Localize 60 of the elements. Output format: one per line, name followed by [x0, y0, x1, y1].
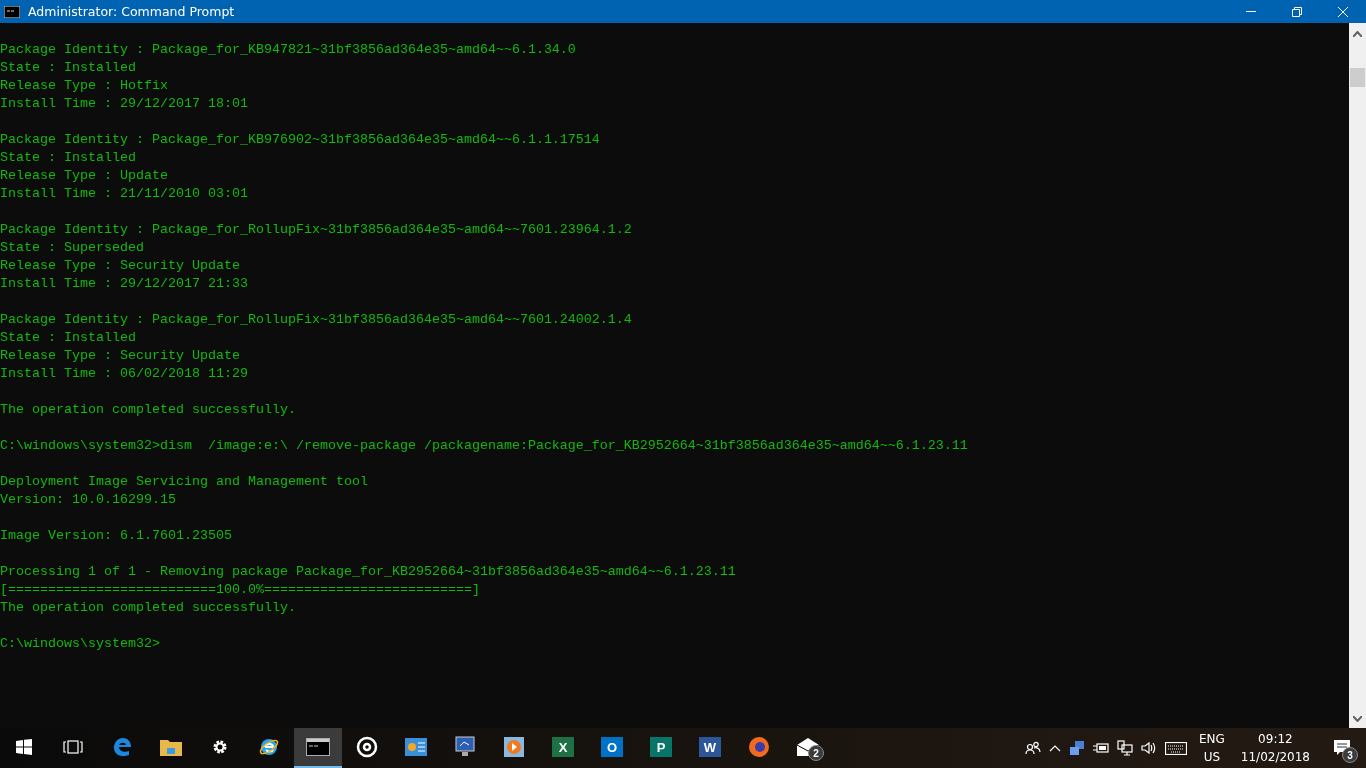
console-line: [==========================100.0%==========================]	[0, 581, 480, 599]
office-app-icon: W	[699, 737, 721, 757]
console-line: Processing 1 of 1 - Removing package Package_for_KB2952664~31bf3856ad364e35~amd64~~6.1.23.11	[0, 563, 736, 581]
console-line: State : Installed	[0, 149, 136, 167]
windows-logo-icon	[16, 739, 32, 755]
console-line: Release Type : Security Update	[0, 347, 240, 365]
scroll-down-icon[interactable]	[1353, 716, 1362, 722]
edge-icon	[112, 737, 132, 757]
console-line: Release Type : Security Update	[0, 257, 240, 275]
console-line: Package Identity : Package_for_RollupFix~31bf3856ad364e35~amd64~~7601.23964.1.2	[0, 221, 632, 239]
taskbar-button[interactable]	[294, 728, 342, 768]
scroll-up-icon[interactable]	[1353, 31, 1362, 37]
count-badge: 2	[808, 745, 824, 761]
console-line: State : Installed	[0, 59, 136, 77]
minimize-icon	[1246, 10, 1256, 13]
console-line: Release Type : Hotfix	[0, 77, 168, 95]
count-badge: 3	[1342, 747, 1358, 763]
console-line: Install Time : 29/12/2017 18:01	[0, 95, 248, 113]
taskbar-button[interactable]: P	[637, 728, 685, 768]
console-line: Package Identity : Package_for_RollupFix~31bf3856ad364e35~amd64~~7601.24002.1.4	[0, 311, 632, 329]
office-app-icon: X	[552, 737, 574, 757]
office-app-icon: P	[650, 737, 672, 757]
scrollbar-thumb[interactable]	[1350, 68, 1365, 87]
window-title: Administrator: Command Prompt	[28, 4, 236, 19]
console-line: Install Time : 21/11/2010 03:01	[0, 185, 248, 203]
taskbar-button[interactable]: 2	[784, 728, 832, 768]
task-view-icon	[63, 740, 83, 754]
terminal-icon	[4, 5, 20, 18]
clock[interactable]: 09:12 11/02/2018	[1232, 728, 1318, 768]
taskbar-button[interactable]: O	[588, 728, 636, 768]
terminal-icon	[306, 738, 330, 756]
taskbar-button[interactable]: X	[539, 728, 587, 768]
disc-icon	[356, 736, 378, 758]
scrollbar-track[interactable]	[1349, 23, 1366, 728]
folder-icon	[160, 738, 182, 756]
console-line: C:\windows\system32>dism /image:e:\ /remove-package /packagename:Package_for_KB2952664~31bf3856ad364e35~amd64~~6.1.23.11	[0, 437, 968, 455]
console-line: The operation completed successfully.	[0, 599, 296, 617]
globe-e-icon	[258, 736, 280, 758]
restore-icon	[1292, 6, 1302, 17]
console-line: Install Time : 06/02/2018 11:29	[0, 365, 248, 383]
console-line: Release Type : Update	[0, 167, 168, 185]
language-indicator[interactable]: ENG US	[1190, 728, 1233, 768]
console-line: Version: 10.0.16299.15	[0, 491, 176, 509]
monitor-icon	[455, 736, 475, 758]
console-line: Package Identity : Package_for_KB947821~31bf3856ad364e35~amd64~~6.1.34.0	[0, 41, 576, 59]
settings-icon	[211, 738, 229, 756]
console-line: State : Installed	[0, 329, 136, 347]
control-panel-icon	[405, 738, 427, 756]
console-line: C:\windows\system32>	[0, 635, 160, 653]
office-app-icon: O	[601, 737, 623, 757]
console-line: Install Time : 29/12/2017 21:33	[0, 275, 248, 293]
close-icon	[1338, 6, 1348, 17]
media-player-icon	[504, 737, 524, 757]
console-line: Image Version: 6.1.7601.23505	[0, 527, 232, 545]
console-line: State : Superseded	[0, 239, 144, 257]
taskbar-button[interactable]: W	[686, 728, 734, 768]
console-line: The operation completed successfully.	[0, 401, 296, 419]
notification-button[interactable]: 3	[1318, 728, 1366, 768]
console-line: Package Identity : Package_for_KB976902~31bf3856ad364e35~amd64~~6.1.1.17514	[0, 131, 600, 149]
console-line: Deployment Image Servicing and Management tool	[0, 473, 368, 491]
